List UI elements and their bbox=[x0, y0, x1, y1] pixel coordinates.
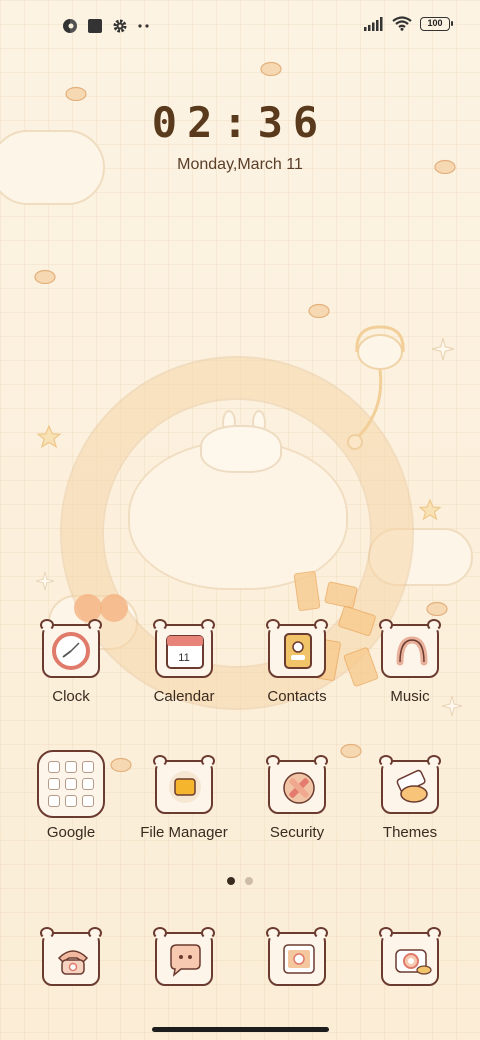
persimmon-decoration bbox=[74, 594, 128, 622]
more-dots-icon bbox=[138, 24, 149, 28]
mini-app-icon bbox=[82, 778, 94, 790]
star-decoration bbox=[418, 498, 442, 521]
app-file-manager[interactable]: File Manager bbox=[128, 755, 240, 841]
page-dot[interactable] bbox=[245, 877, 253, 885]
bunny-character bbox=[200, 425, 282, 473]
app-music[interactable]: Music bbox=[354, 619, 466, 705]
clock-icon bbox=[40, 619, 102, 678]
bun-decoration bbox=[340, 743, 362, 758]
mini-app-icon bbox=[65, 778, 77, 790]
dock-phone[interactable] bbox=[15, 927, 127, 986]
calendar-icon: 11 bbox=[153, 619, 215, 678]
bun-decoration bbox=[260, 61, 282, 76]
mini-app-icon bbox=[48, 778, 60, 790]
headphone-bunny-decoration bbox=[347, 325, 405, 450]
square-icon bbox=[88, 19, 102, 33]
security-icon bbox=[266, 755, 328, 814]
google-folder-icon bbox=[37, 750, 105, 818]
dock-gallery[interactable] bbox=[241, 927, 353, 986]
page-dot-active[interactable] bbox=[227, 877, 235, 885]
mini-app-icon bbox=[82, 795, 94, 807]
app-clock[interactable]: Clock bbox=[15, 619, 127, 705]
gallery-icon bbox=[266, 927, 328, 986]
status-bar: 100 bbox=[0, 14, 480, 42]
mini-app-icon bbox=[82, 761, 94, 773]
app-themes[interactable]: Themes bbox=[354, 755, 466, 841]
mini-app-icon bbox=[48, 795, 60, 807]
app-security[interactable]: Security bbox=[241, 755, 353, 841]
app-label: Security bbox=[269, 824, 325, 841]
battery-icon: 100 bbox=[420, 16, 453, 31]
app-google-folder[interactable]: Google bbox=[15, 750, 127, 841]
sparkle-decoration bbox=[36, 572, 54, 590]
app-label: Themes bbox=[382, 824, 438, 841]
bun-decoration bbox=[426, 601, 448, 616]
app-label: Music bbox=[390, 688, 430, 705]
bun-decoration bbox=[34, 269, 56, 284]
calendar-date-badge: 11 bbox=[178, 652, 190, 664]
app-label: Clock bbox=[52, 688, 90, 705]
vpn-icon bbox=[63, 19, 77, 33]
clock-widget-date[interactable]: Monday,March 11 bbox=[0, 156, 480, 174]
dock-camera[interactable] bbox=[354, 927, 466, 986]
mini-app-icon bbox=[65, 795, 77, 807]
clock-widget-time[interactable]: 02:36 bbox=[0, 98, 480, 147]
folder-icon bbox=[153, 755, 215, 814]
messages-icon bbox=[153, 927, 215, 986]
bun-decoration bbox=[308, 303, 330, 318]
mini-app-icon bbox=[65, 761, 77, 773]
phone-icon bbox=[40, 927, 102, 986]
settings-gear-icon bbox=[113, 19, 127, 33]
dock-messages[interactable] bbox=[128, 927, 240, 986]
sparkle-decoration bbox=[432, 338, 454, 360]
app-label: Contacts bbox=[267, 688, 327, 705]
app-label: Calendar bbox=[153, 688, 215, 705]
contacts-icon bbox=[266, 619, 328, 678]
app-contacts[interactable]: Contacts bbox=[241, 619, 353, 705]
music-icon bbox=[379, 619, 441, 678]
app-label: File Manager bbox=[140, 824, 228, 841]
signal-icon bbox=[364, 16, 383, 31]
page-indicator[interactable] bbox=[0, 877, 480, 885]
app-calendar[interactable]: 11 Calendar bbox=[128, 619, 240, 705]
wifi-icon bbox=[392, 16, 412, 31]
app-label: Google bbox=[46, 824, 96, 841]
themes-icon bbox=[379, 755, 441, 814]
mini-app-icon bbox=[48, 761, 60, 773]
camera-icon bbox=[379, 927, 441, 986]
home-gesture-bar[interactable] bbox=[152, 1027, 329, 1032]
star-decoration bbox=[36, 424, 62, 449]
